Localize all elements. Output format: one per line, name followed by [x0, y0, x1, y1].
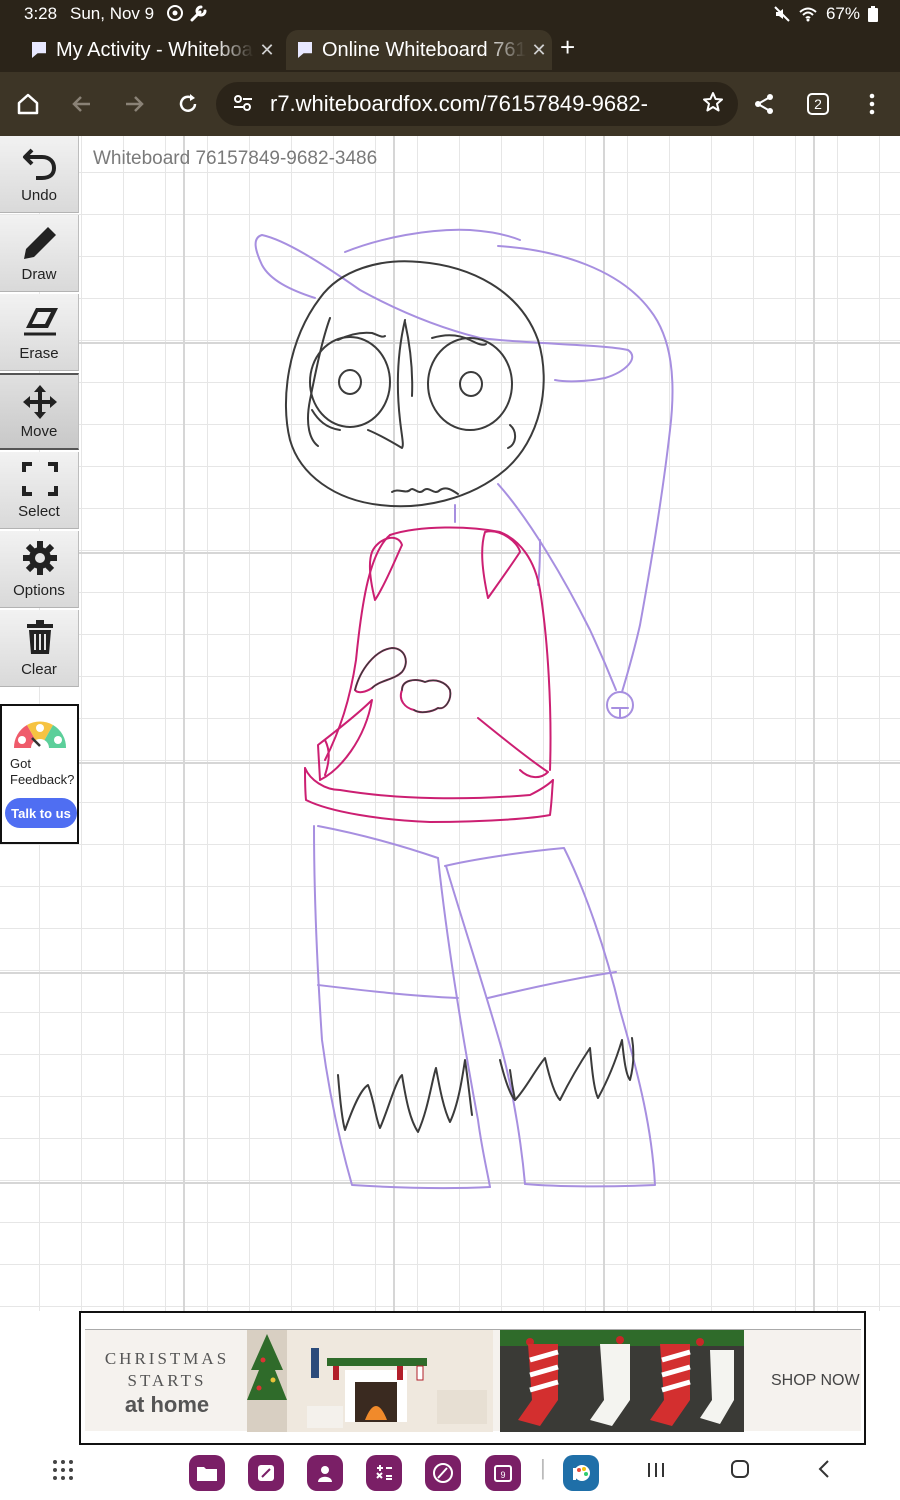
tool-label: Clear: [21, 661, 57, 678]
trash-icon: [27, 620, 53, 654]
address-bar[interactable]: r7.whiteboardfox.com/76157849-9682-: [216, 82, 738, 126]
ad-content[interactable]: CHRISTMAS STARTS at home SHOP NOW: [85, 1329, 861, 1432]
shirt-strokes: [304, 526, 554, 823]
pencil-icon: [24, 227, 56, 259]
tool-move[interactable]: Move: [0, 373, 79, 450]
ad-shop-now-link[interactable]: SHOP NOW: [771, 1372, 860, 1390]
boot-fur-strokes: [337, 1037, 635, 1133]
tool-label: Erase: [19, 345, 59, 362]
tool-label: Undo: [21, 187, 57, 204]
tool-label: Move: [20, 423, 58, 440]
status-icons-right: 67%: [774, 4, 878, 24]
talk-to-us-button[interactable]: Talk to us: [5, 798, 77, 828]
tab-count: 2: [807, 93, 829, 115]
select-icon: [22, 462, 58, 496]
status-date: Sun, Nov 9: [70, 4, 155, 23]
forward-icon[interactable]: [116, 86, 152, 122]
ad-brand-line2: STARTS: [127, 1371, 207, 1390]
back-icon[interactable]: [64, 86, 100, 122]
app-drawer-icon[interactable]: [52, 1459, 74, 1487]
site-settings-icon[interactable]: [232, 92, 254, 120]
feedback-gauge-icon: [13, 721, 67, 750]
tool-undo[interactable]: Undo: [0, 136, 79, 213]
move-icon: [23, 385, 57, 419]
ad-brand-text: CHRISTMAS STARTS: [97, 1348, 237, 1392]
tab-title: My Activity - Whiteboard: [56, 38, 254, 61]
status-time: 3:28: [24, 4, 58, 23]
files-app-icon[interactable]: [189, 1455, 225, 1491]
battery-percent: 67%: [825, 4, 860, 23]
tab-strip: My Activity - Whiteboard ✕ Online Whiteb…: [0, 28, 900, 72]
url-text: r7.whiteboardfox.com/76157849-9682-: [270, 91, 648, 116]
wifi-icon: [799, 7, 817, 22]
tool-draw[interactable]: Draw: [0, 215, 79, 292]
pants-strokes: [313, 825, 656, 1190]
tool-select[interactable]: Select: [0, 452, 79, 529]
ibis-paint-app-icon[interactable]: [563, 1455, 599, 1491]
gear-icon: [23, 541, 57, 575]
new-tab-button[interactable]: +: [560, 32, 575, 63]
calendar-app-icon[interactable]: 9: [485, 1455, 521, 1491]
back-button[interactable]: [816, 1459, 832, 1485]
undo-icon: [23, 148, 57, 180]
system-nav-bar: 9 |: [0, 1445, 900, 1500]
svg-text:9: 9: [500, 1470, 505, 1480]
sync-icon: [167, 5, 183, 21]
tab-title: Online Whiteboard 76157849: [322, 38, 526, 61]
face-strokes: [285, 260, 545, 508]
recents-button[interactable]: [646, 1459, 666, 1485]
share-icon[interactable]: [746, 86, 782, 122]
tab-close-icon[interactable]: ✕: [254, 40, 280, 61]
tab-favicon-icon: [32, 42, 46, 58]
calculator-app-icon[interactable]: [366, 1455, 402, 1491]
tool-options[interactable]: Options: [0, 531, 79, 608]
tab-online-whiteboard[interactable]: Online Whiteboard 76157849 ✕: [286, 30, 552, 70]
status-icons-left: [166, 4, 209, 27]
wrench-icon: [190, 5, 207, 22]
dock-divider: |: [540, 1455, 546, 1480]
home-button[interactable]: [730, 1459, 750, 1485]
hat-strokes: [254, 228, 674, 719]
ad-banner[interactable]: CHRISTMAS STARTS at home SHOP NOW: [79, 1311, 866, 1445]
notes-app-icon[interactable]: [248, 1455, 284, 1491]
ad-brand-line3: at home: [124, 1392, 210, 1417]
menu-icon[interactable]: [854, 86, 890, 122]
drawing-layer: [254, 228, 674, 1190]
feedback-line1: Got: [10, 756, 31, 771]
tab-my-activity[interactable]: My Activity - Whiteboard ✕: [20, 30, 280, 70]
tool-label: Options: [13, 582, 65, 599]
ad-brand-line1: CHRISTMAS: [104, 1349, 230, 1368]
home-icon[interactable]: [10, 86, 46, 122]
tool-panel: Undo Draw Erase Move Select Options Clea…: [0, 136, 79, 689]
feedback-line2: Feedback?: [10, 772, 75, 787]
bookmark-star-icon[interactable]: [702, 91, 724, 119]
tab-close-icon[interactable]: ✕: [526, 40, 552, 61]
status-bar: 3:28 Sun, Nov 9 67%: [0, 0, 900, 28]
tab-favicon-icon: [298, 42, 312, 58]
tool-erase[interactable]: Erase: [0, 294, 79, 371]
tool-label: Select: [18, 503, 60, 520]
feedback-label: Got Feedback?: [10, 756, 74, 788]
tab-switcher-button[interactable]: 2: [800, 86, 836, 122]
eraser-icon: [24, 308, 58, 336]
contacts-app-icon[interactable]: [307, 1455, 343, 1491]
browser-toolbar: r7.whiteboardfox.com/76157849-9682- 2: [0, 72, 900, 136]
ad-image-fireplace: [247, 1330, 493, 1432]
tool-clear[interactable]: Clear: [0, 610, 79, 687]
battery-icon: [868, 6, 878, 22]
browser-app-icon[interactable]: [425, 1455, 461, 1491]
ad-image-stockings: [500, 1330, 744, 1432]
tool-label: Draw: [21, 266, 57, 283]
feedback-widget: Got Feedback? Talk to us: [0, 704, 79, 844]
whiteboard-canvas[interactable]: Whiteboard 76157849-9682-3486: [0, 136, 900, 1311]
reload-icon[interactable]: [170, 86, 206, 122]
mute-icon: [774, 6, 790, 22]
